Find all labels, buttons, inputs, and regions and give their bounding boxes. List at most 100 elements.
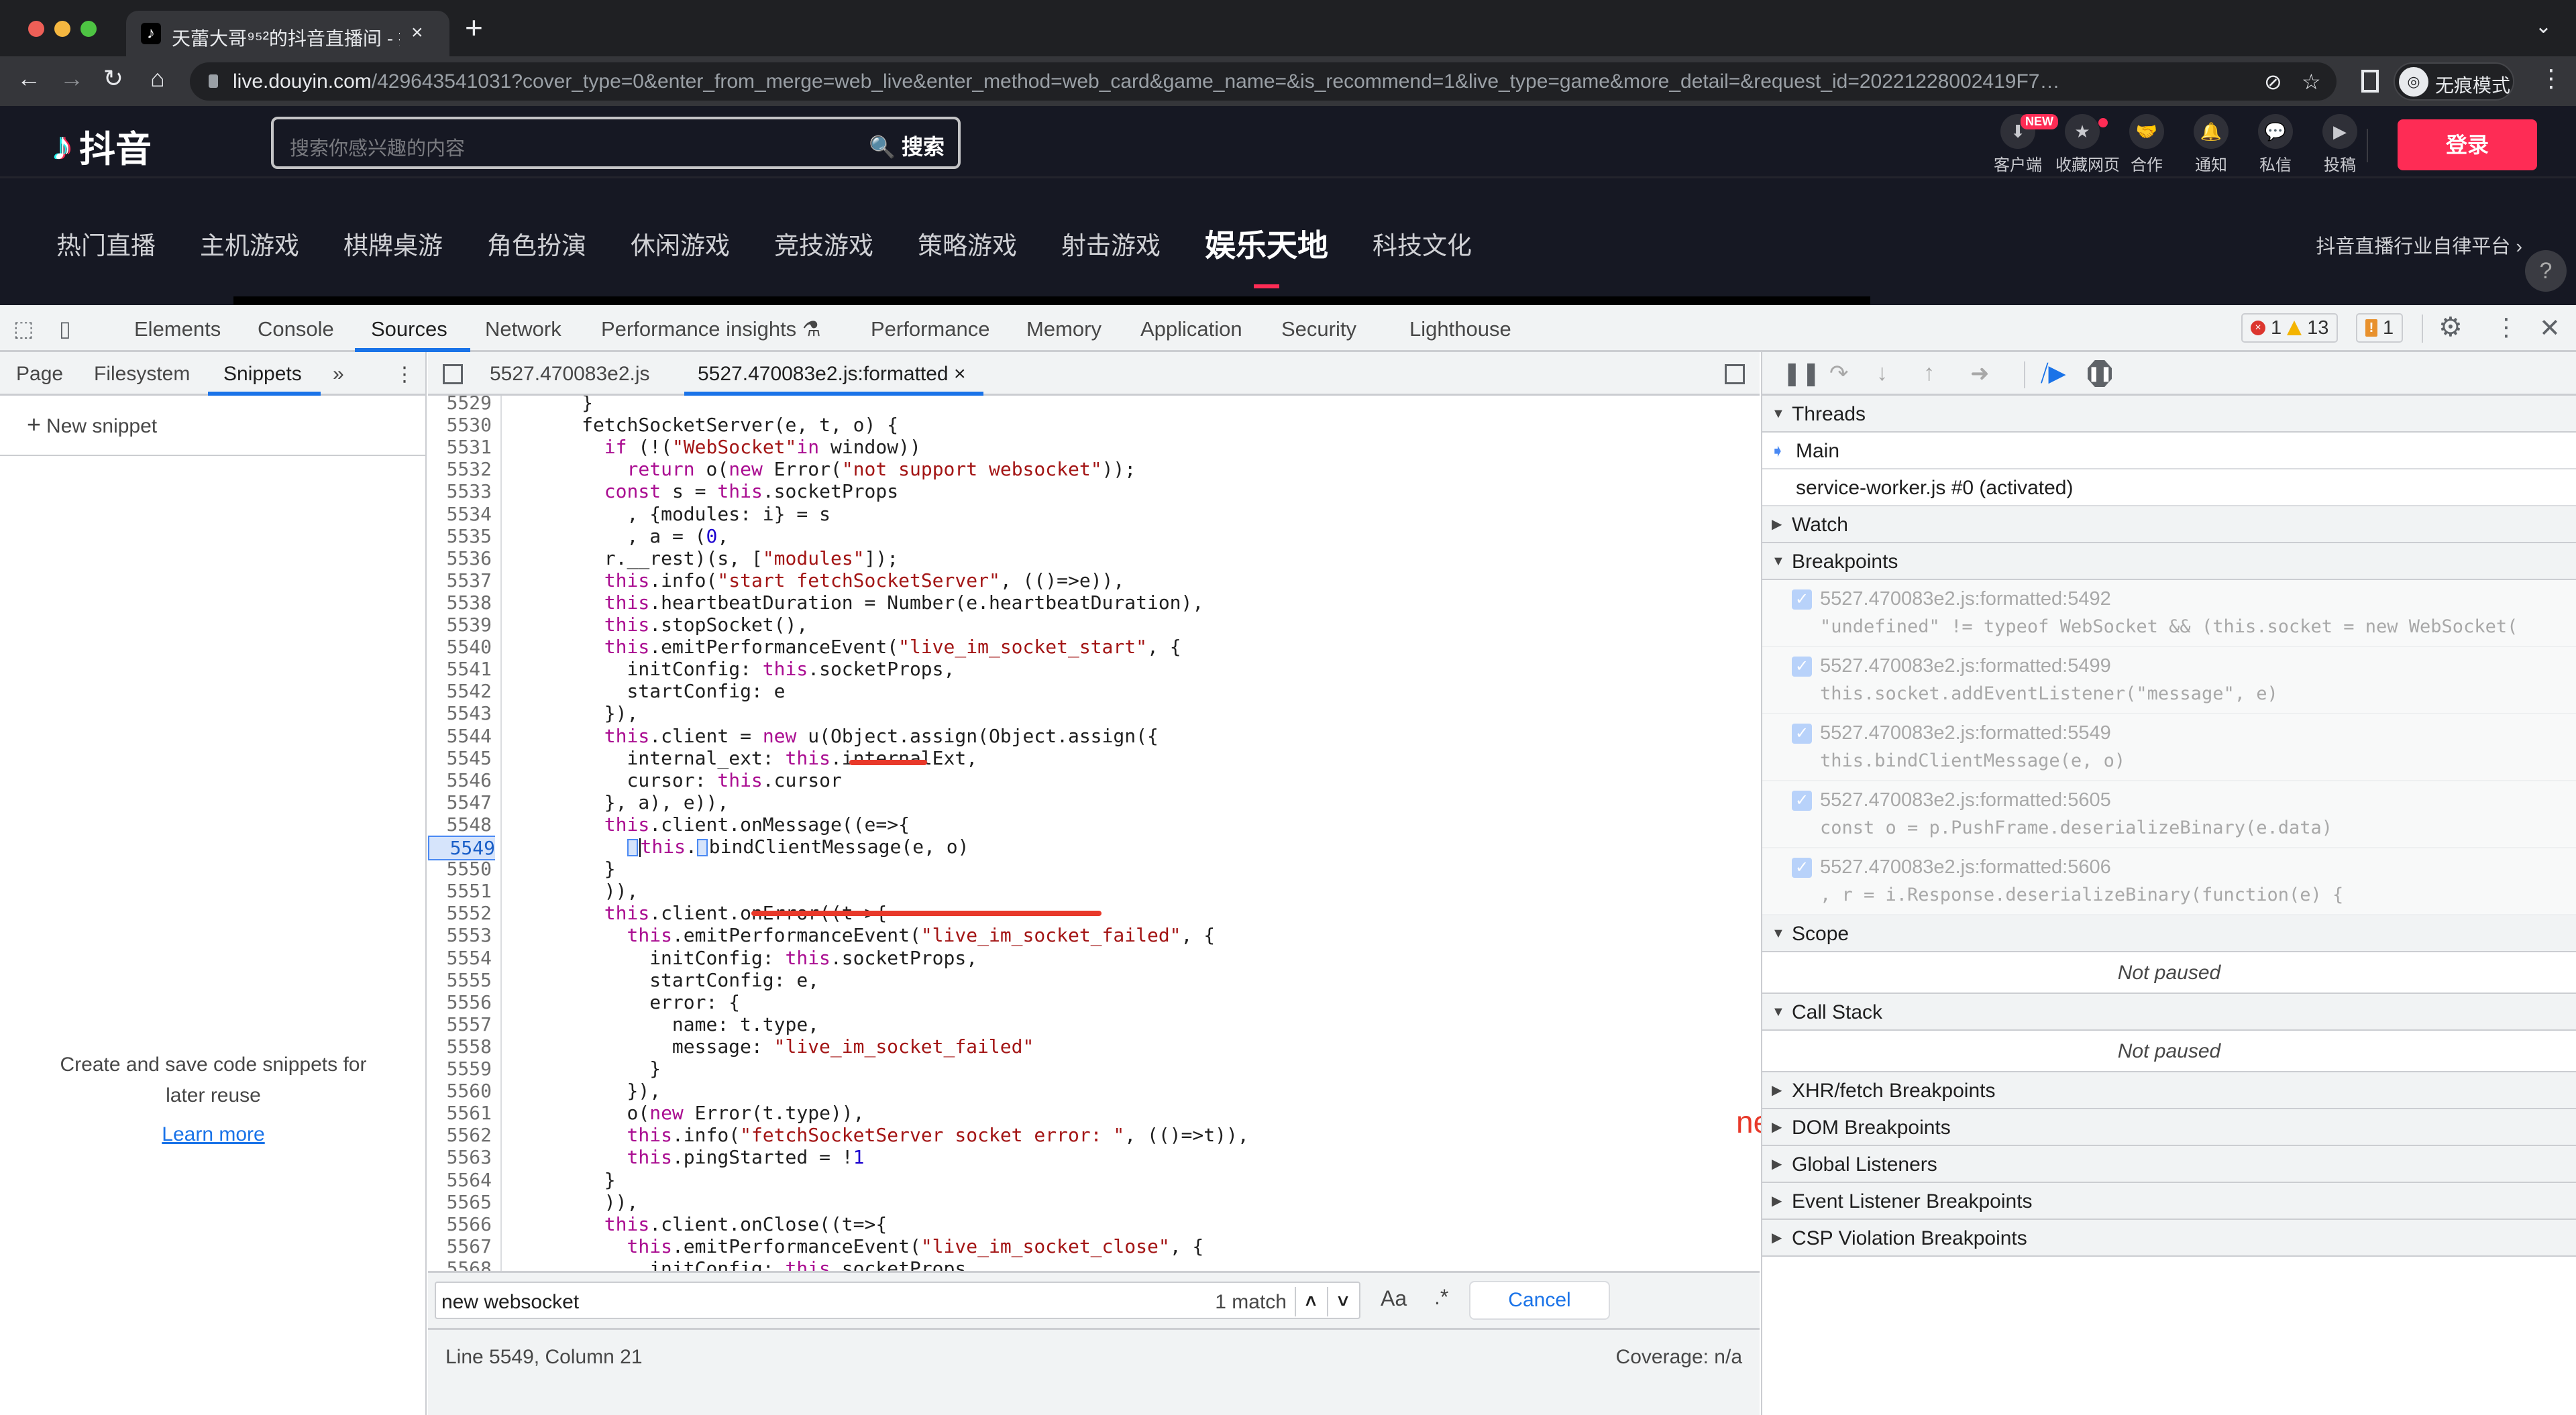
thread-item-main[interactable]: ➧ Main <box>1762 433 2576 469</box>
line-number[interactable]: 5532 <box>428 458 492 480</box>
deactivate-breakpoints-icon[interactable]: ⧸▶ <box>2041 360 2066 387</box>
line-number[interactable]: 5561 <box>428 1102 492 1124</box>
address-bar[interactable]: live.douyin.com/429643541031?cover_type=… <box>190 62 2337 101</box>
code-line[interactable]: 5555 startConfig: e, <box>428 969 1760 991</box>
navigator-tab-filesystem[interactable]: Filesystem <box>94 363 190 386</box>
section-header-csp-violation-breakpoints[interactable]: ▶ CSP Violation Breakpoints <box>1762 1220 2576 1257</box>
code-line[interactable]: 5539 this.stopSocket(), <box>428 614 1760 636</box>
login-button[interactable]: 登录 <box>2398 119 2537 170</box>
breakpoint-checkbox[interactable]: ✓ <box>1792 657 1812 677</box>
line-number[interactable]: 5568 <box>428 1257 492 1271</box>
line-number[interactable]: 5535 <box>428 525 492 547</box>
category-tab[interactable]: 竞技游戏 <box>774 225 873 266</box>
pause-on-exceptions-icon[interactable]: ❚❚ <box>2088 360 2112 387</box>
code-line[interactable]: 5556 error: { <box>428 991 1760 1013</box>
line-number[interactable]: 5548 <box>428 813 492 836</box>
breakpoint-checkbox[interactable]: ✓ <box>1792 858 1812 878</box>
code-line[interactable]: 5536 r.__rest)(s, ["modules"]); <box>428 547 1760 569</box>
back-icon[interactable]: ← <box>12 64 46 93</box>
code-line[interactable]: 5548 this.client.onMessage((e=>{ <box>428 813 1760 836</box>
category-tab[interactable]: 策略游戏 <box>918 225 1017 266</box>
line-number[interactable]: 5562 <box>428 1124 492 1146</box>
devtools-tab-application[interactable]: Application <box>1140 317 1242 341</box>
incognito-indicator[interactable]: ◎ 无痕模式 <box>2394 62 2514 101</box>
breakpoint-item[interactable]: ✓ 5527.470083e2.js:formatted:5499 this.soc… <box>1762 647 2576 714</box>
match-case-toggle[interactable]: Aa <box>1381 1286 1407 1311</box>
header-action-item[interactable]: ⬇ NEW 客户端 <box>1991 114 2058 175</box>
forward-icon[interactable]: → <box>55 64 89 93</box>
line-number[interactable]: 5542 <box>428 680 492 702</box>
toggle-navigator-icon[interactable] <box>443 364 463 384</box>
breakpoint-item[interactable]: ✓ 5527.470083e2.js:formatted:5492 "undefin… <box>1762 580 2576 647</box>
line-number[interactable]: 5559 <box>428 1058 492 1080</box>
console-counts[interactable]: × 1 13 <box>2241 313 2339 343</box>
device-toolbar-icon[interactable]: ▯ <box>59 316 71 341</box>
devtools-tab-performance[interactable]: Performance insights ⚗ <box>601 317 821 341</box>
code-line[interactable]: 5559} <box>428 1058 1760 1080</box>
regex-toggle[interactable]: .* <box>1434 1285 1448 1310</box>
section-header-dom-breakpoints[interactable]: ▶ DOM Breakpoints <box>1762 1109 2576 1146</box>
category-tab[interactable]: 娱乐天地 <box>1205 221 1328 288</box>
line-number[interactable]: 5547 <box>428 791 492 813</box>
code-line[interactable]: 5560}), <box>428 1080 1760 1102</box>
code-line[interactable]: 5533 const s = this.socketProps <box>428 480 1760 502</box>
code-line[interactable]: 5546 cursor: this.cursor <box>428 769 1760 791</box>
line-number[interactable]: 5533 <box>428 480 492 502</box>
devtools-tab-elements[interactable]: Elements <box>134 317 221 341</box>
header-action-item[interactable]: ★ 收藏网页 <box>2055 114 2120 175</box>
devtools-tab-memory[interactable]: Memory <box>1026 317 1102 341</box>
code-line[interactable]: 5541 initConfig: this.socketProps, <box>428 658 1760 680</box>
code-line[interactable]: 5543}), <box>428 702 1760 724</box>
browser-tab-active[interactable]: ♪ 天蕾大哥⁹⁵²的抖音直播间 - 抖音直播 × <box>126 11 449 56</box>
settings-gear-icon[interactable]: ⚙ <box>2438 312 2463 343</box>
code-line[interactable]: 5538 this.heartbeatDuration = Number(e.he… <box>428 591 1760 614</box>
devtools-tab-performance[interactable]: Performance <box>871 317 989 341</box>
line-number[interactable]: 5531 <box>428 436 492 458</box>
breakpoint-item[interactable]: ✓ 5527.470083e2.js:formatted:5549 this.bin… <box>1762 714 2576 781</box>
code-line[interactable]: 5542 startConfig: e <box>428 680 1760 702</box>
find-input-value[interactable]: new websocket <box>441 1291 579 1314</box>
bookmark-star-icon[interactable]: ☆ <box>2302 69 2321 95</box>
line-number[interactable]: 5558 <box>428 1035 492 1058</box>
home-icon[interactable]: ⌂ <box>141 64 174 93</box>
breakpoint-checkbox[interactable]: ✓ <box>1792 724 1812 744</box>
scope-section-header[interactable]: ▼ Scope <box>1762 915 2576 952</box>
step-over-icon[interactable]: ↷ <box>1829 360 1849 387</box>
code-line[interactable]: 5558 message: "live_im_socket_failed" <box>428 1035 1760 1058</box>
close-tab-icon[interactable]: × <box>954 363 966 385</box>
line-number[interactable]: 5560 <box>428 1080 492 1102</box>
douyin-search-box[interactable]: 搜索你感兴趣的内容 🔍 搜索 <box>271 117 961 169</box>
line-number[interactable]: 5544 <box>428 725 492 747</box>
close-tab-icon[interactable]: × <box>411 21 423 44</box>
code-line[interactable]: 5532 return o(new Error("not support webs… <box>428 458 1760 480</box>
browser-menu-icon[interactable]: ⋮ <box>2539 64 2563 93</box>
code-line[interactable]: 5535 , a = (0, <box>428 525 1760 547</box>
code-line[interactable]: 5544 this.client = new u(Object.assign(Ob… <box>428 725 1760 747</box>
code-line[interactable]: 5564} <box>428 1169 1760 1191</box>
line-number[interactable]: 5536 <box>428 547 492 569</box>
code-line[interactable]: 5545 internal_ext: this.internalExt, <box>428 747 1760 769</box>
code-line[interactable]: 5565)), <box>428 1191 1760 1213</box>
step-icon[interactable]: ➜ <box>1970 360 1990 387</box>
line-number[interactable]: 5540 <box>428 636 492 658</box>
code-line[interactable]: 5531 if (!("WebSocket"in window)) <box>428 436 1760 458</box>
step-out-icon[interactable]: ↑ <box>1923 360 1935 386</box>
threads-section-header[interactable]: ▼ Threads <box>1762 396 2576 433</box>
line-number[interactable]: 5530 <box>428 414 492 436</box>
code-line[interactable]: 5534 , {modules: i} = s <box>428 503 1760 525</box>
category-tab[interactable]: 棋牌桌游 <box>343 225 443 266</box>
line-number[interactable]: 5550 <box>428 858 492 880</box>
line-number[interactable]: 5539 <box>428 614 492 636</box>
tab-search-icon[interactable]: ⌄ <box>2535 15 2552 38</box>
navigator-tab-snippets[interactable]: Snippets <box>223 363 302 386</box>
step-into-icon[interactable]: ↓ <box>1876 360 1888 386</box>
close-devtools-icon[interactable]: ✕ <box>2539 313 2561 343</box>
breakpoint-item[interactable]: ✓ 5527.470083e2.js:formatted:5606 , r = i.… <box>1762 848 2576 915</box>
line-number[interactable]: 5556 <box>428 991 492 1013</box>
platform-link[interactable]: 抖音直播行业自律平台 › <box>2316 231 2522 259</box>
line-number[interactable]: 5565 <box>428 1191 492 1213</box>
line-number[interactable]: 5534 <box>428 503 492 525</box>
line-number[interactable]: 5557 <box>428 1013 492 1035</box>
line-number[interactable]: 5529 <box>428 396 492 414</box>
category-tab[interactable]: 射击游戏 <box>1061 225 1161 266</box>
